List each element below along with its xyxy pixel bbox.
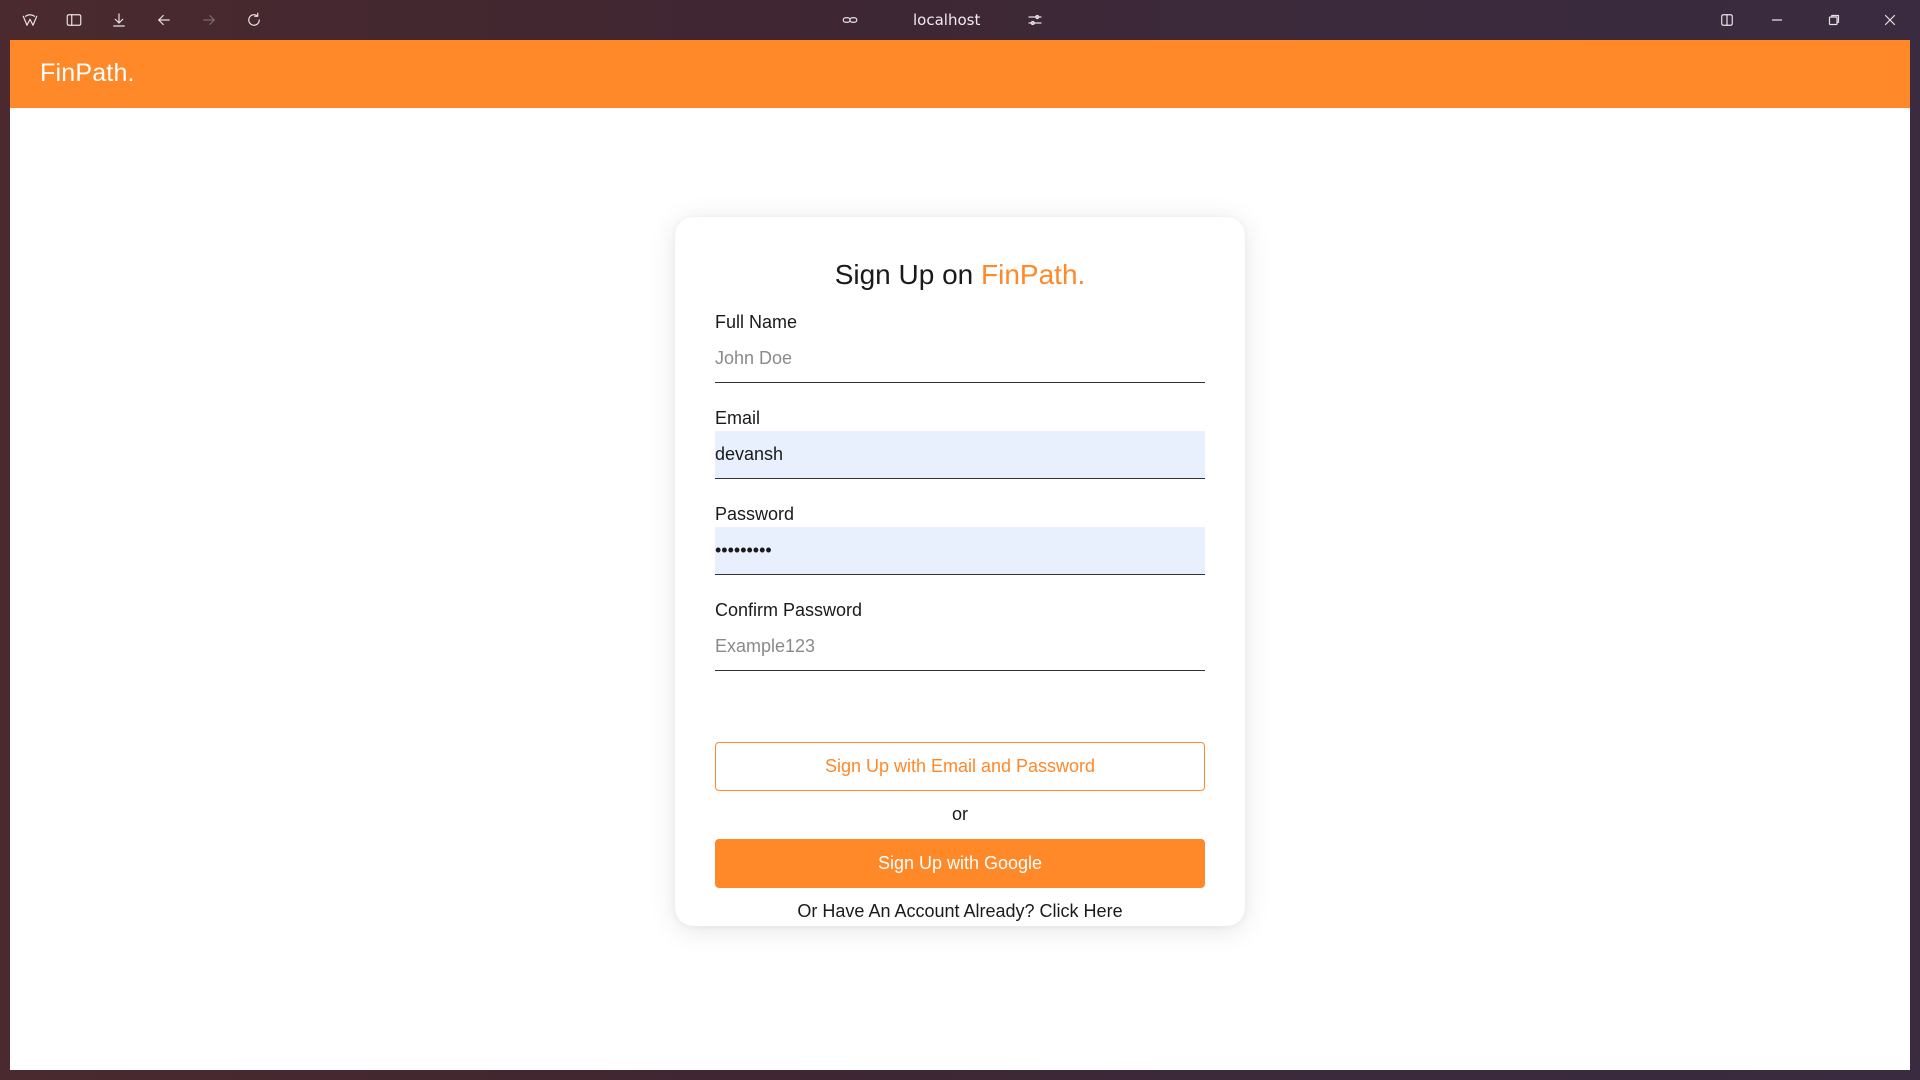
- password-label: Password: [715, 504, 795, 524]
- confirm-password-label: Confirm Password: [715, 600, 863, 620]
- or-divider: or: [951, 804, 968, 824]
- link-icon[interactable]: [838, 8, 862, 32]
- address-bar[interactable]: localhost: [913, 9, 980, 31]
- close-icon[interactable]: [1878, 8, 1902, 32]
- sidebar-toggle-icon[interactable]: [62, 8, 86, 32]
- brand-logo[interactable]: FinPath.: [40, 59, 135, 88]
- site-settings-icon[interactable]: [1023, 8, 1047, 32]
- title-prefix: Sign Up on: [834, 259, 982, 290]
- password-field[interactable]: [715, 527, 1205, 575]
- minimize-icon[interactable]: [1765, 8, 1789, 32]
- forward-arrow-icon[interactable]: [197, 8, 221, 32]
- google-signup-button[interactable]: Sign Up with Google: [715, 839, 1205, 888]
- back-arrow-icon[interactable]: [152, 8, 176, 32]
- email-label: Email: [715, 408, 761, 428]
- signup-card: Sign Up on FinPath. Full Name Email Pass…: [675, 217, 1245, 926]
- browser-titlebar: localhost: [0, 0, 1920, 40]
- full-name-field[interactable]: [715, 335, 1205, 383]
- full-name-label: Full Name: [715, 312, 798, 332]
- login-link[interactable]: Or Have An Account Already? Click Here: [675, 901, 1245, 922]
- confirm-password-field[interactable]: [715, 623, 1205, 671]
- restore-icon[interactable]: [1822, 8, 1846, 32]
- title-brand: FinPath.: [981, 259, 1086, 290]
- page-viewport: FinPath. Sign Up on FinPath. Full Name E…: [10, 40, 1910, 1070]
- browser-logo-icon[interactable]: [18, 8, 42, 32]
- reload-icon[interactable]: [242, 8, 266, 32]
- navbar: FinPath.: [10, 40, 1910, 108]
- email-field[interactable]: [715, 431, 1205, 479]
- email-signup-button[interactable]: Sign Up with Email and Password: [715, 742, 1205, 791]
- split-view-icon[interactable]: [1715, 8, 1739, 32]
- page-title: Sign Up on FinPath.: [675, 259, 1245, 291]
- download-icon[interactable]: [107, 8, 131, 32]
